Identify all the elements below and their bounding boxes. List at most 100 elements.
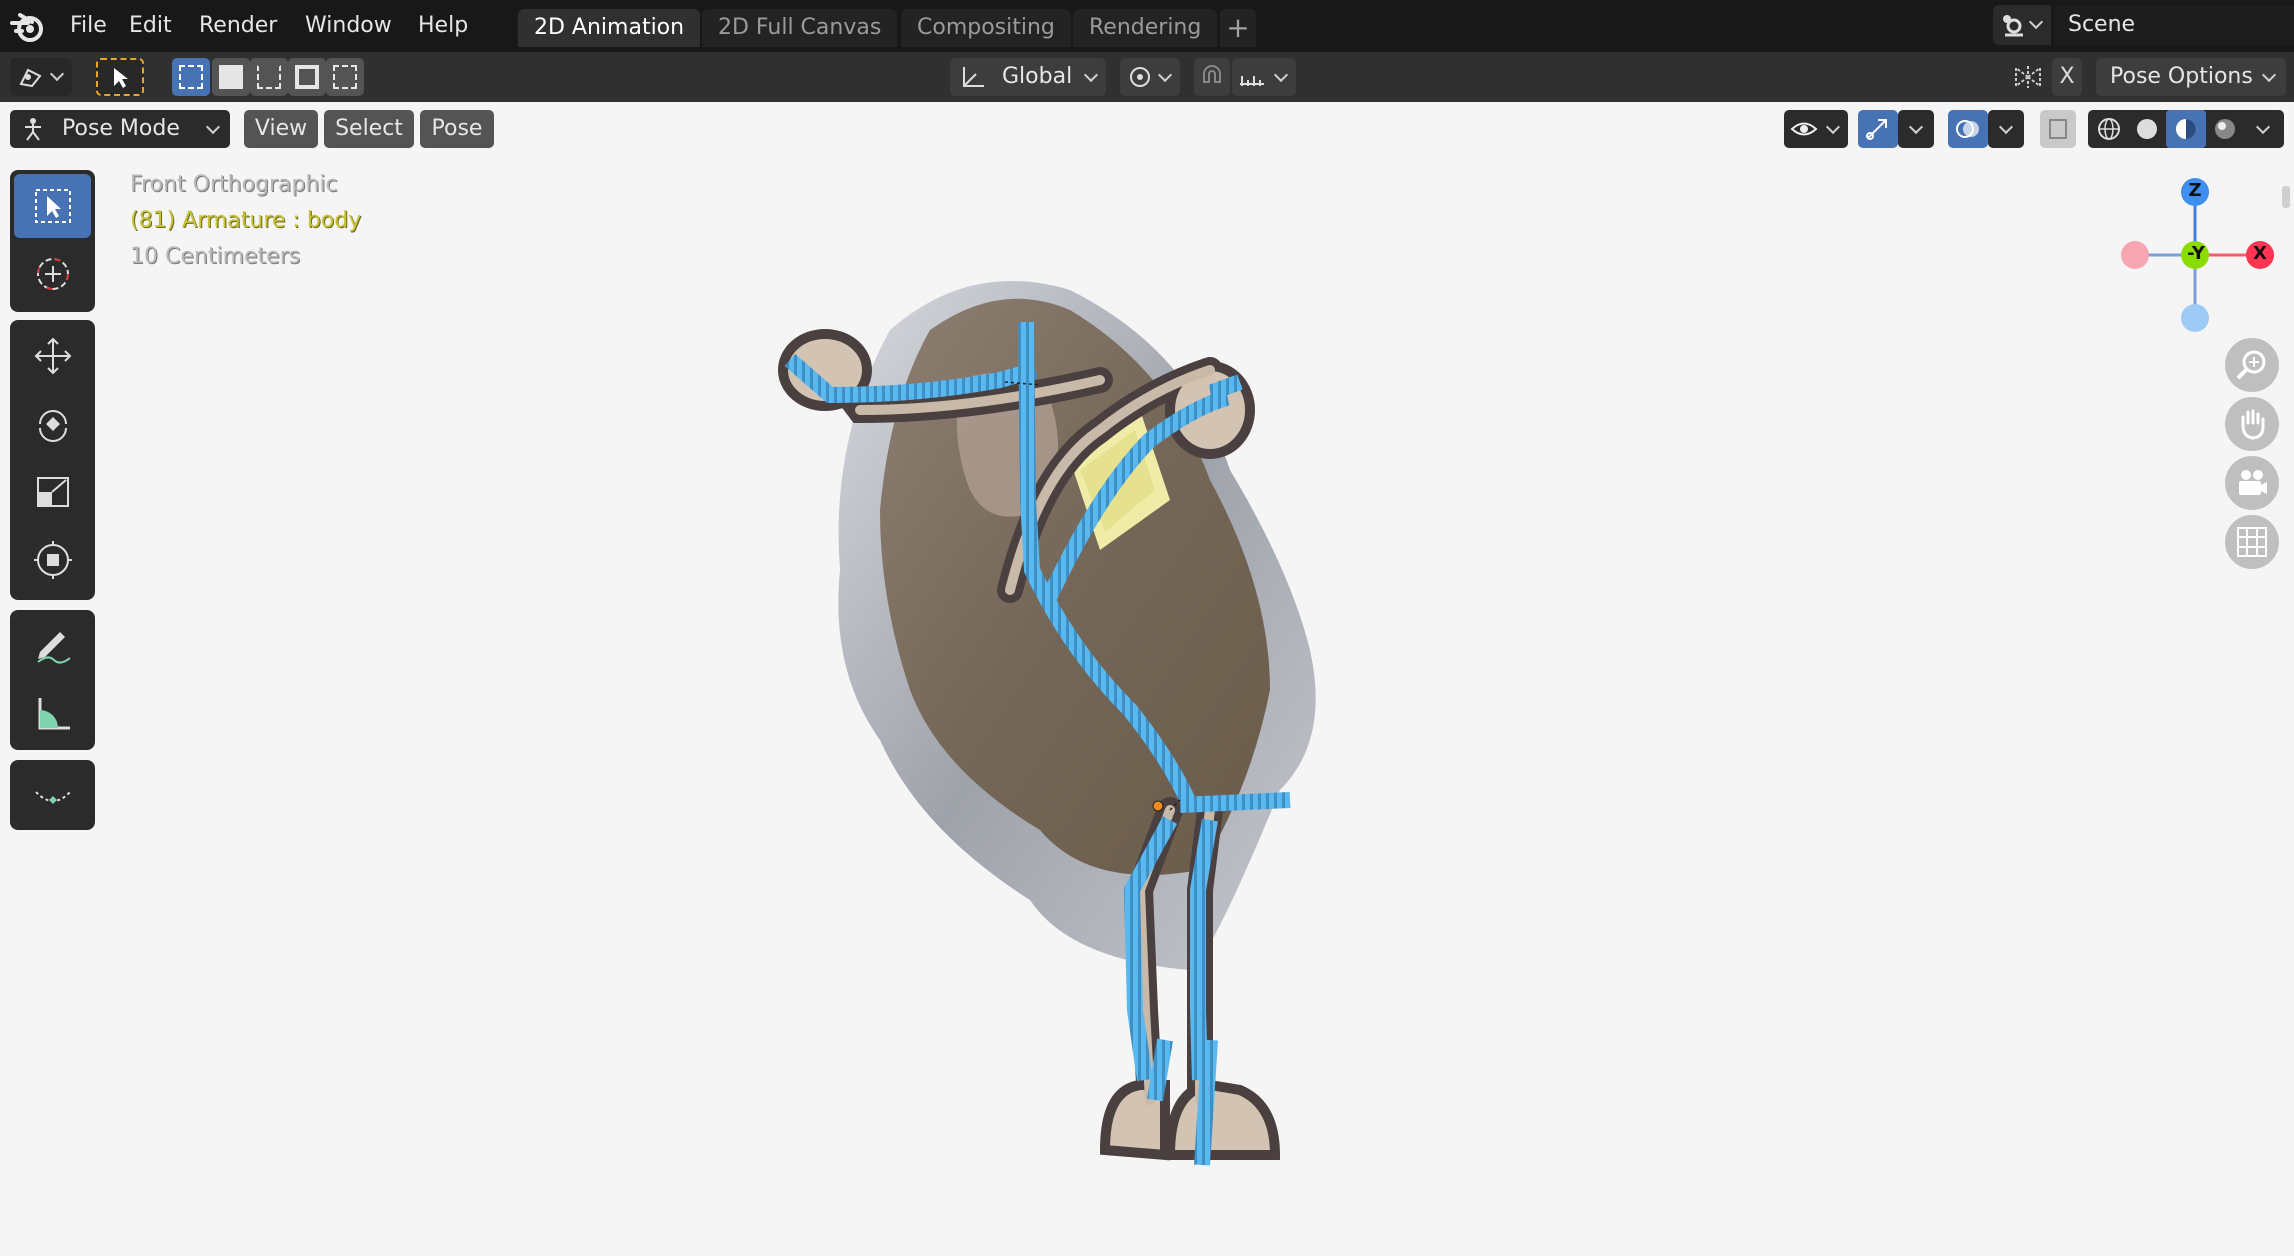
toolbar-relax-group	[10, 760, 95, 830]
tool-select-box[interactable]	[14, 174, 91, 238]
top-menu-bar: File Edit Render Window Help 2D Animatio…	[0, 0, 2294, 52]
relax-icon	[35, 791, 71, 804]
scale-icon	[37, 477, 69, 507]
menu-pose[interactable]: Pose	[420, 110, 494, 148]
tool-rotate[interactable]	[14, 392, 91, 456]
menu-view[interactable]: View	[244, 110, 318, 148]
chevron-down-icon	[1083, 67, 1099, 83]
pan-hand-icon	[2241, 409, 2265, 440]
pivot-icon	[1130, 67, 1150, 87]
menu-edit[interactable]: Edit	[119, 8, 182, 44]
chevron-down-icon	[1273, 67, 1289, 83]
chevron-down-icon	[2028, 14, 2044, 30]
editor-type-button[interactable]	[10, 58, 72, 96]
snap-toggle[interactable]	[1194, 58, 1230, 96]
select-box-icon	[35, 189, 71, 223]
rotate-icon	[39, 410, 67, 442]
active-tool-button[interactable]	[96, 58, 144, 96]
pivot-point-dropdown[interactable]	[1120, 58, 1180, 96]
tool-header: Global X Pose Options	[0, 52, 2294, 102]
measure-icon	[38, 698, 70, 730]
select-subtract-icon	[257, 65, 281, 89]
gizmo-y-label: -Y	[2187, 243, 2205, 264]
visibility-dropdown[interactable]	[1784, 110, 1848, 148]
rendered-shading-icon[interactable]	[2212, 116, 2238, 142]
overlays-dropdown[interactable]	[1988, 110, 2024, 148]
camera-view-button[interactable]	[2225, 456, 2279, 510]
sidebar-toggle-handle[interactable]	[2282, 186, 2290, 208]
right-foot	[1164, 1079, 1281, 1160]
viewport-scene	[778, 281, 1316, 1166]
chevron-down-icon[interactable]	[2255, 119, 2271, 135]
menu-window[interactable]: Window	[295, 8, 402, 44]
select-new-icon	[179, 65, 203, 89]
viewport-object-info: (81) Armature : body	[130, 208, 362, 233]
xray-icon	[2049, 119, 2067, 139]
pose-options-label: Pose Options	[2110, 64, 2253, 89]
tab-rendering[interactable]: Rendering	[1073, 9, 1218, 47]
viewport-scale-info: 10 Centimeters	[130, 244, 301, 269]
mirror-x-toggle[interactable]: X	[2052, 58, 2082, 96]
tool-relax[interactable]	[14, 764, 91, 828]
tool-annotate[interactable]	[14, 614, 91, 678]
scene-icon	[2003, 15, 2023, 37]
add-workspace-button[interactable]: +	[1220, 9, 1256, 47]
xray-toggle[interactable]	[2040, 110, 2076, 148]
scene-selector-button[interactable]	[1993, 5, 2051, 45]
tool-cursor[interactable]	[14, 242, 91, 306]
ortho-toggle-button[interactable]	[2225, 515, 2279, 569]
viewport-editor-icon	[19, 68, 42, 88]
menu-select[interactable]: Select	[324, 110, 414, 148]
tool-measure[interactable]	[14, 682, 91, 746]
select-intersect-icon	[333, 65, 357, 89]
mode-label: Pose Mode	[62, 116, 180, 141]
toolbar-select-group	[10, 170, 95, 312]
gizmo-z-label: Z	[2188, 180, 2202, 201]
orientation-axes-icon	[963, 67, 984, 87]
gizmo-neg-z-axis[interactable]	[2181, 304, 2209, 332]
transform-orientation-dropdown[interactable]: Global	[950, 58, 1106, 96]
ortho-grid-icon	[2237, 527, 2267, 557]
gizmo-toggle[interactable]	[1858, 110, 1898, 148]
select-mode-subtract-button[interactable]	[250, 58, 288, 96]
material-preview-icon	[2176, 119, 2196, 139]
gizmo-dropdown[interactable]	[1898, 110, 1934, 148]
tab-2d-animation[interactable]: 2D Animation	[518, 9, 701, 47]
material-preview-shading-button[interactable]	[2166, 110, 2206, 148]
tool-scale[interactable]	[14, 460, 91, 524]
tool-move[interactable]	[14, 324, 91, 388]
gizmo-x-label: X	[2253, 243, 2267, 264]
solid-shading-icon[interactable]	[2134, 116, 2160, 142]
select-mode-intersect-button[interactable]	[326, 58, 364, 96]
menu-render[interactable]: Render	[189, 8, 287, 44]
pan-button[interactable]	[2225, 397, 2279, 451]
select-mode-new-button[interactable]	[172, 58, 210, 96]
chevron-down-icon	[1825, 119, 1841, 135]
select-mode-extend-button[interactable]	[212, 58, 250, 96]
zoom-icon	[2236, 350, 2266, 380]
object-origin-point[interactable]	[1152, 800, 1164, 812]
shading-mode-group	[2088, 110, 2284, 148]
bone-foot-l	[1147, 1038, 1173, 1102]
pose-options-dropdown[interactable]: Pose Options	[2096, 58, 2286, 96]
menu-file[interactable]: File	[60, 8, 117, 44]
camera-icon	[2239, 470, 2267, 495]
tab-2d-full-canvas[interactable]: 2D Full Canvas	[702, 9, 898, 47]
orientation-label: Global	[1002, 64, 1073, 89]
zoom-button[interactable]	[2225, 338, 2279, 392]
menu-help[interactable]: Help	[408, 8, 478, 44]
select-mode-invert-button[interactable]	[288, 58, 326, 96]
gizmo-neg-x-axis[interactable]	[2121, 241, 2149, 269]
blender-logo-icon[interactable]	[8, 6, 48, 46]
snap-target-dropdown[interactable]	[1232, 58, 1296, 96]
overlays-toggle[interactable]	[1948, 110, 1988, 148]
tool-transform[interactable]	[14, 528, 91, 592]
chevron-down-icon	[1908, 119, 1924, 135]
cursor-arrow-icon	[114, 68, 128, 88]
toolbar-transform-group	[10, 320, 95, 600]
mirror-butterfly-icon[interactable]	[2012, 62, 2044, 92]
tab-compositing[interactable]: Compositing	[901, 9, 1071, 47]
wireframe-shading-icon[interactable]	[2096, 116, 2122, 142]
mode-dropdown[interactable]: Pose Mode	[10, 110, 230, 148]
scene-name-field[interactable]: Scene	[2054, 5, 2294, 45]
